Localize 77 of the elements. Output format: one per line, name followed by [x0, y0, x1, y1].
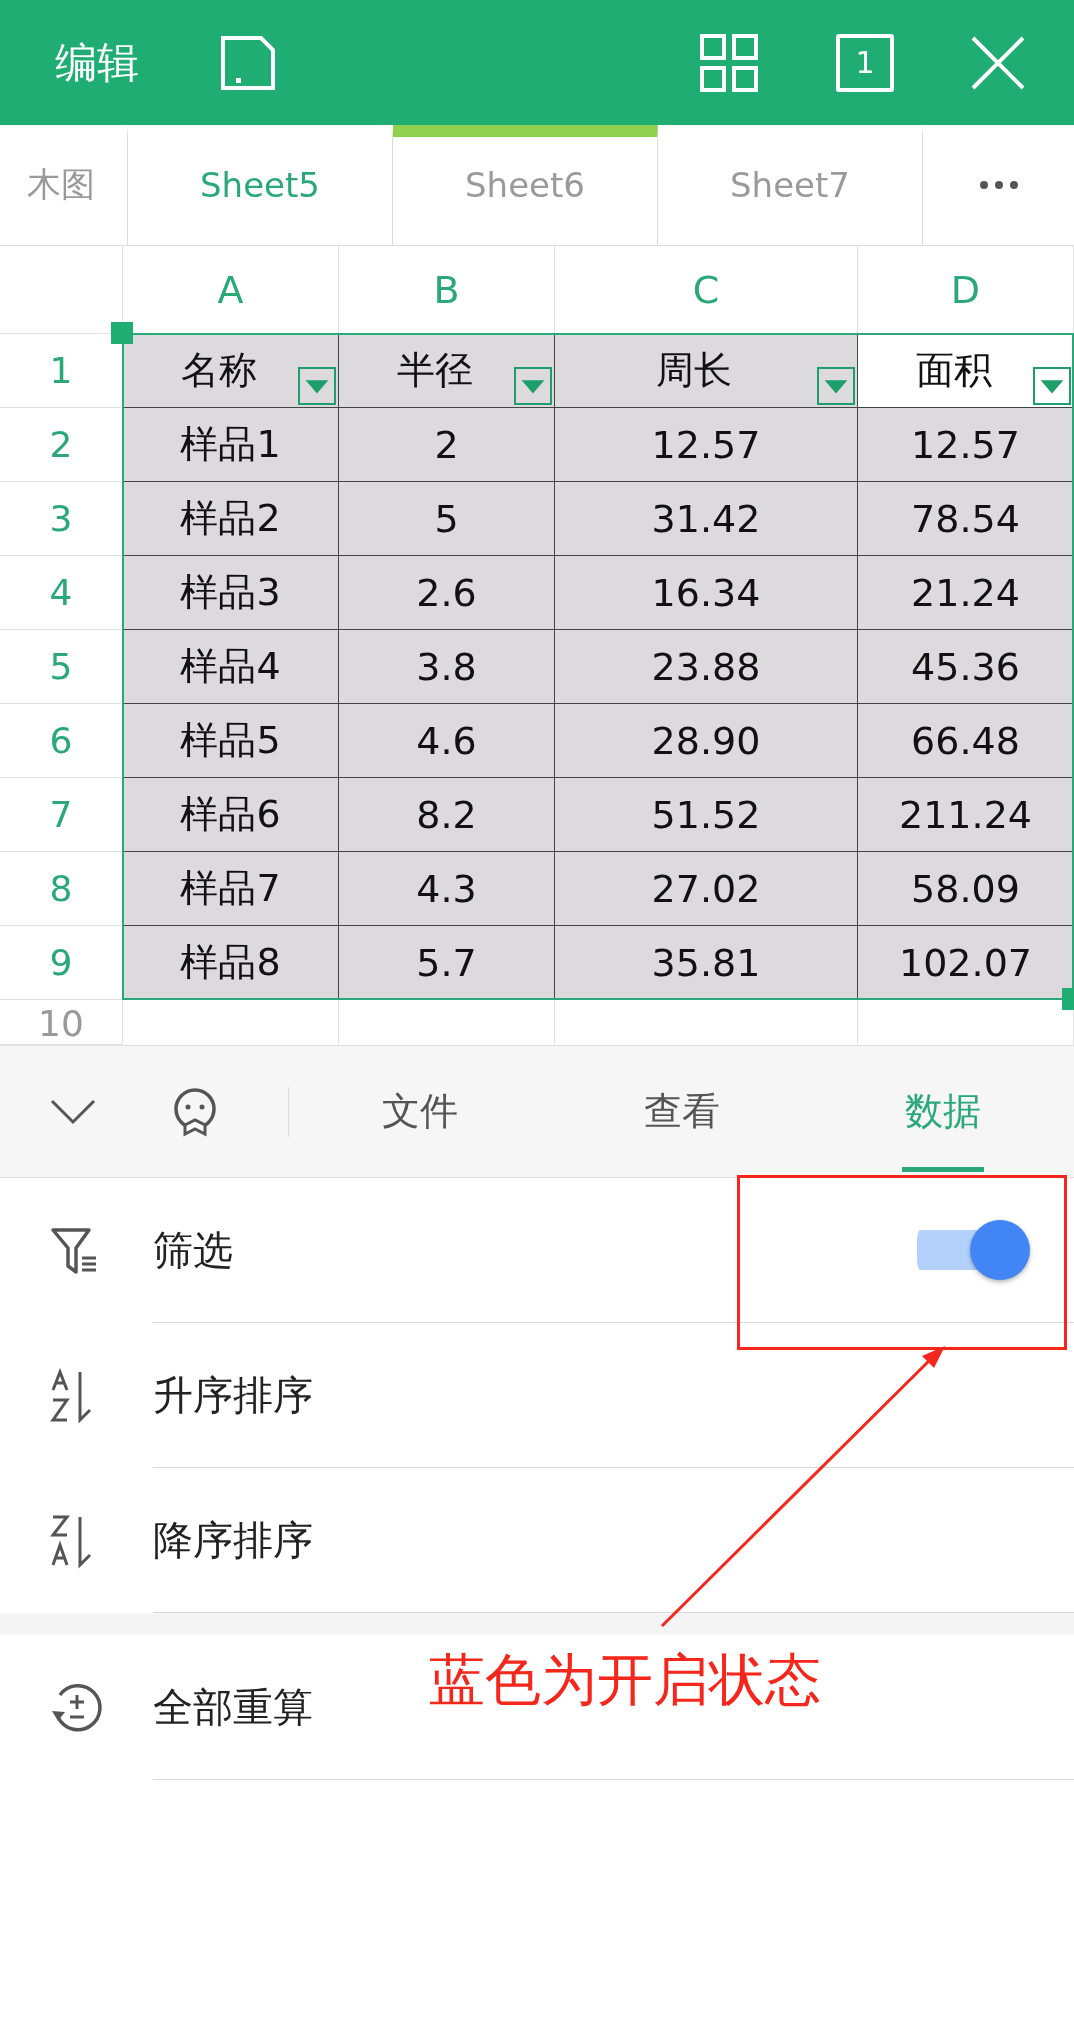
- triangle-icon: [521, 380, 545, 394]
- filter-dropdown-button[interactable]: [514, 367, 552, 405]
- table-cell: 21.24: [858, 556, 1074, 630]
- table-cell: 样品4: [123, 630, 339, 704]
- table-cell: 12.57: [555, 408, 858, 482]
- table-cell: 58.09: [858, 852, 1074, 926]
- menu-item-label: 升序排序: [153, 1370, 313, 1420]
- column-header[interactable]: B: [339, 246, 555, 334]
- selection-handle[interactable]: [111, 322, 133, 344]
- table-cell: 12.57: [858, 408, 1074, 482]
- sheet-tab[interactable]: 木图: [0, 125, 128, 245]
- grid-icon[interactable]: [700, 33, 758, 92]
- save-icon[interactable]: [219, 33, 277, 92]
- table-cell: 样品3: [123, 556, 339, 630]
- table-cell: 35.81: [555, 926, 858, 1000]
- close-icon[interactable]: [970, 34, 1026, 91]
- table-cell: 66.48: [858, 704, 1074, 778]
- edit-button[interactable]: 编辑: [55, 34, 139, 91]
- header-text: 面积: [915, 347, 992, 394]
- table-cell: 27.02: [555, 852, 858, 926]
- table-cell: 16.34: [555, 556, 858, 630]
- menu-item-label: 全部重算: [153, 1682, 313, 1732]
- triangle-icon: [305, 380, 329, 394]
- table-cell: 样品1: [123, 408, 339, 482]
- table-cell: 28.90: [555, 704, 858, 778]
- row-header[interactable]: 8: [0, 852, 123, 926]
- row-header[interactable]: 7: [0, 778, 123, 852]
- table-cell: 51.52: [555, 778, 858, 852]
- table-cell: 样品8: [123, 926, 339, 1000]
- row-header[interactable]: 5: [0, 630, 123, 704]
- table-cell: 样品5: [123, 704, 339, 778]
- toolbar-tab[interactable]: 文件: [289, 1046, 551, 1177]
- triangle-icon: [1040, 380, 1064, 394]
- table-cell: 样品7: [123, 852, 339, 926]
- table-cell: 样品6: [123, 778, 339, 852]
- table-cell: 3.8: [339, 630, 555, 704]
- header-text: 名称: [180, 347, 257, 394]
- table-cell: 31.42: [555, 482, 858, 556]
- row-header[interactable]: 6: [0, 704, 123, 778]
- table-cell: 4.6: [339, 704, 555, 778]
- table-cell: 4.3: [339, 852, 555, 926]
- row-header[interactable]: 2: [0, 408, 123, 482]
- sort-ascending-icon: [50, 1367, 94, 1424]
- triangle-icon: [824, 380, 848, 394]
- table-cell: 78.54: [858, 482, 1074, 556]
- menu-item-label: 筛选: [153, 1225, 233, 1275]
- table-cell: 23.88: [555, 630, 858, 704]
- table-cell: 5: [339, 482, 555, 556]
- menu-item[interactable]: 筛选: [0, 1178, 1074, 1323]
- filter-icon: [50, 1225, 98, 1276]
- row-header[interactable]: 9: [0, 926, 123, 1000]
- more-icon[interactable]: [978, 180, 1019, 190]
- header-text: 周长: [656, 347, 732, 394]
- table-cell: 2.6: [339, 556, 555, 630]
- filter-dropdown-button[interactable]: [1033, 367, 1071, 405]
- column-header[interactable]: D: [858, 246, 1074, 334]
- chevron-down-icon[interactable]: [50, 1098, 96, 1125]
- filter-dropdown-button[interactable]: [817, 367, 855, 405]
- table-cell: 45.36: [858, 630, 1074, 704]
- table-cell: 样品2: [123, 482, 339, 556]
- table-cell: 2: [339, 408, 555, 482]
- sheet-tab[interactable]: Sheet6: [393, 125, 658, 245]
- toolbar-tab[interactable]: 查看: [550, 1046, 813, 1177]
- table-cell: 211.24: [858, 778, 1074, 852]
- header-text: 半径: [396, 347, 473, 394]
- row-header[interactable]: 3: [0, 482, 123, 556]
- menu-item-label: 降序排序: [153, 1515, 313, 1565]
- sheet-tab[interactable]: Sheet7: [658, 125, 923, 245]
- page-count-button[interactable]: 1: [836, 33, 894, 92]
- column-header[interactable]: C: [555, 246, 858, 334]
- filter-dropdown-button[interactable]: [298, 367, 336, 405]
- row-header[interactable]: 4: [0, 556, 123, 630]
- table-cell: 5.7: [339, 926, 555, 1000]
- sheet-tab[interactable]: Sheet5: [128, 125, 393, 245]
- table-cell: 102.07: [858, 926, 1074, 1000]
- table-cell: 8.2: [339, 778, 555, 852]
- annotation-text: 蓝色为开启状态: [429, 1646, 821, 1714]
